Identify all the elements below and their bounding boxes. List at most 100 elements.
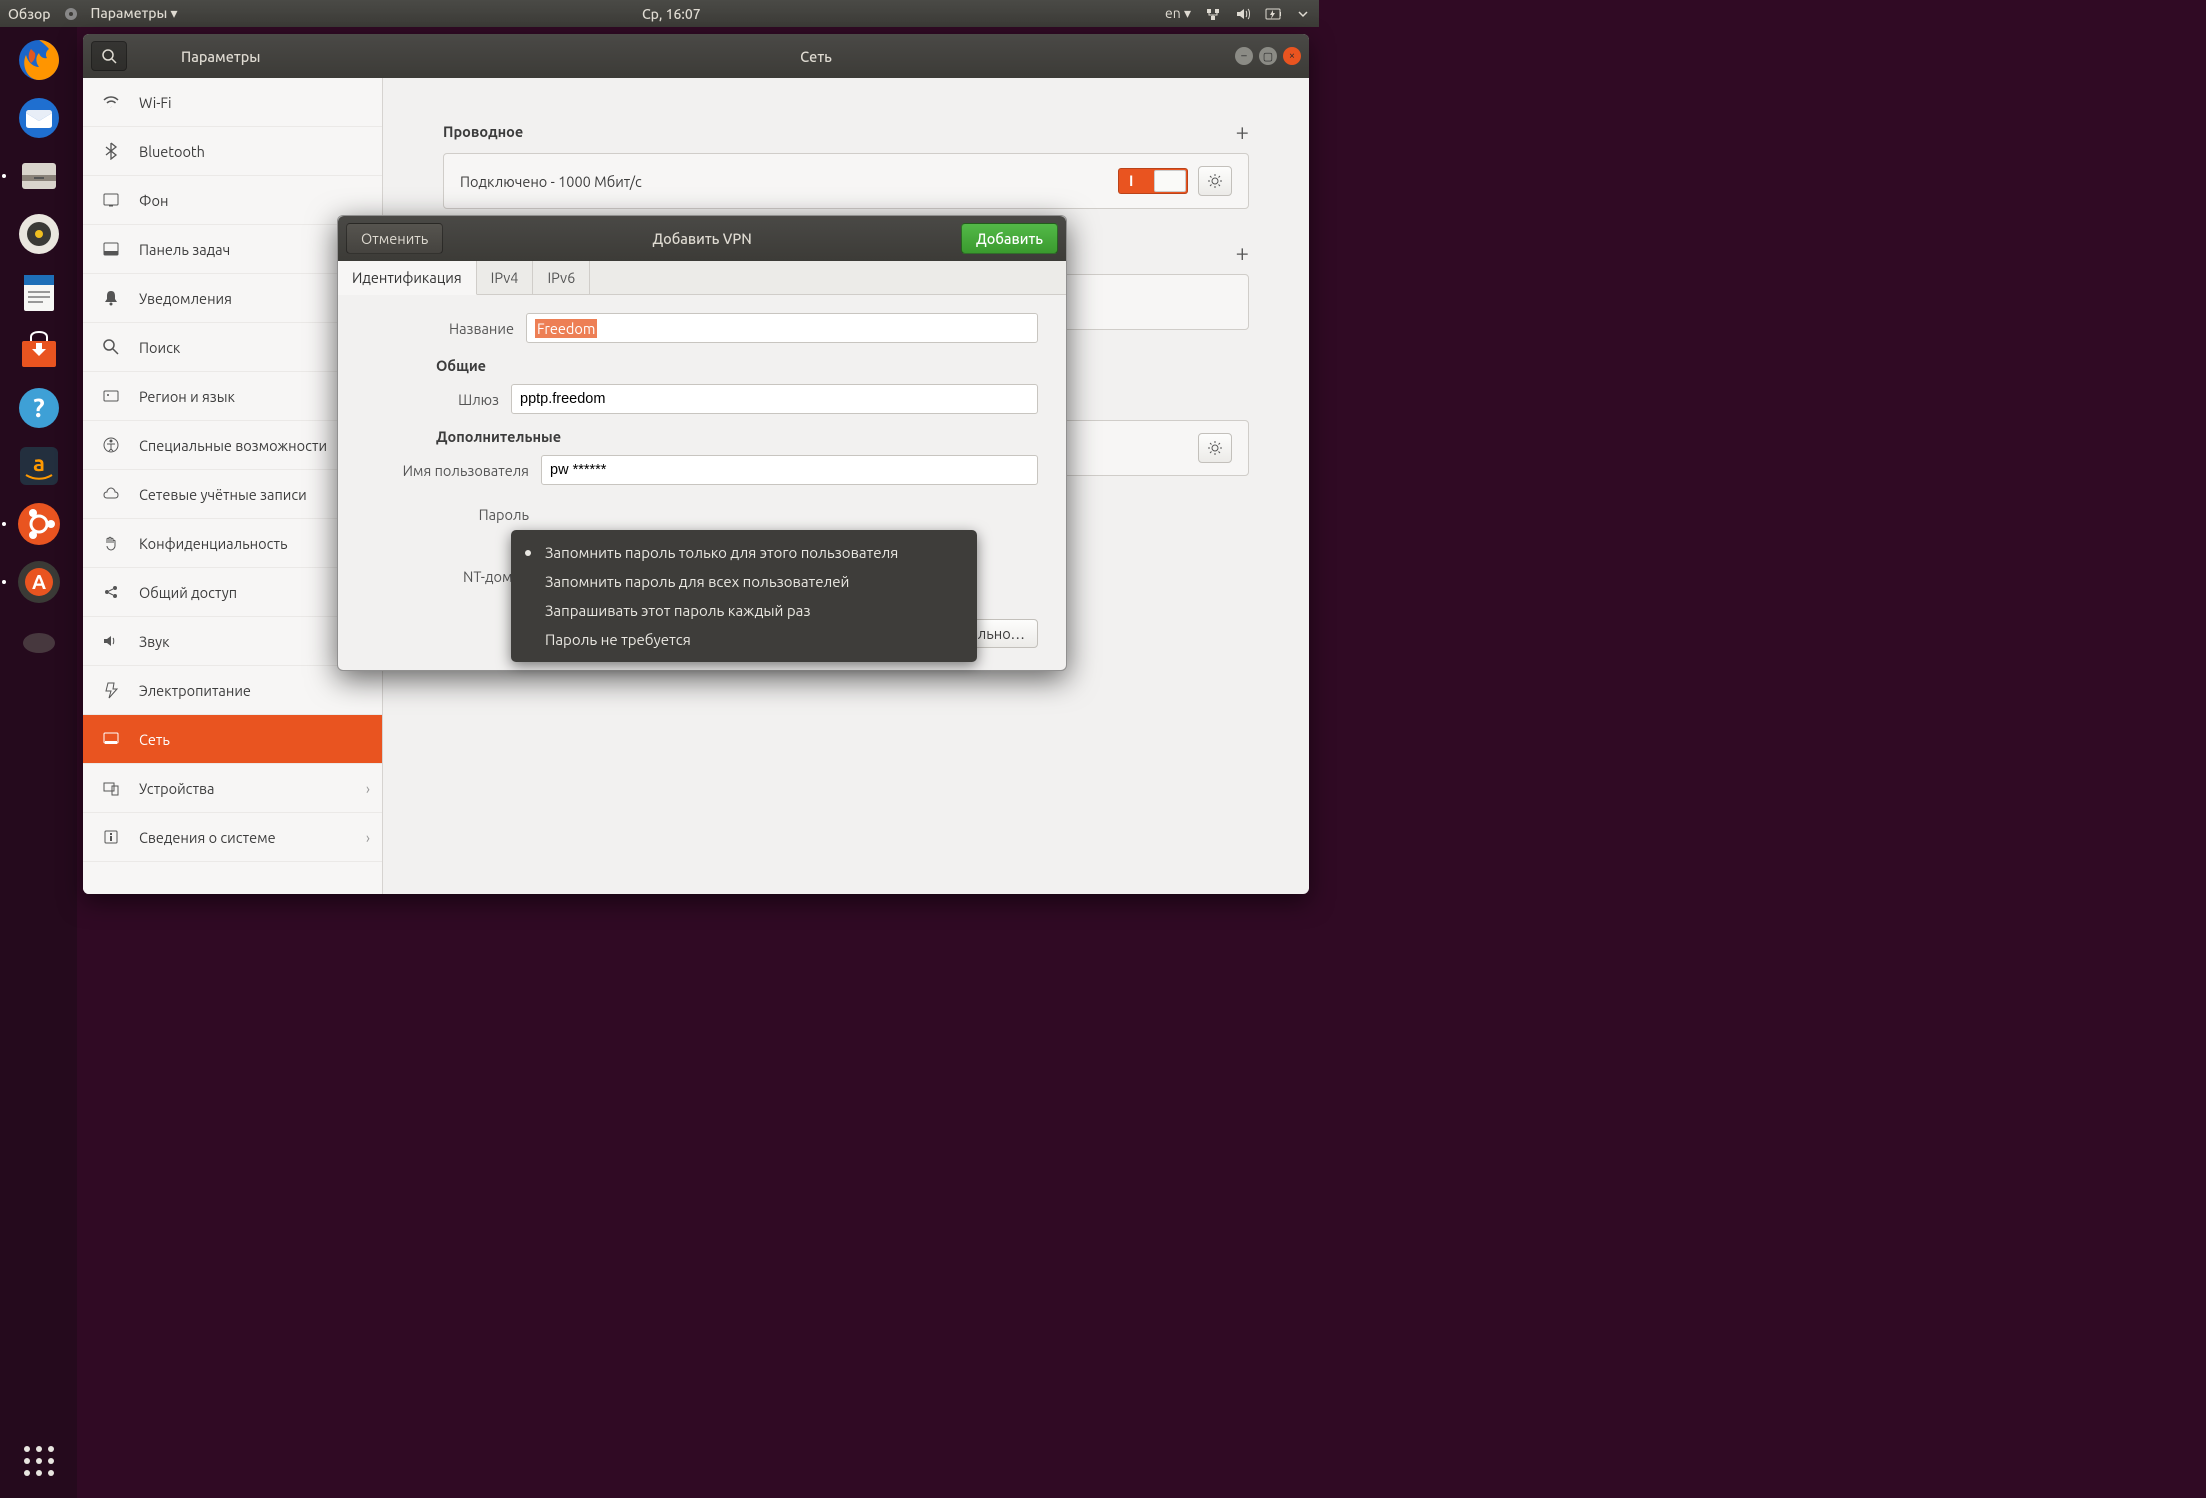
sidebar-item-label: Уведомления	[139, 290, 232, 307]
pw-option-all-users[interactable]: Запомнить пароль для всех пользователей	[511, 567, 977, 596]
tab-ipv4[interactable]: IPv4	[477, 261, 534, 294]
volume-icon[interactable]	[1235, 6, 1251, 22]
name-label: Название	[366, 320, 526, 337]
username-input[interactable]	[541, 455, 1038, 485]
wifi-icon	[101, 93, 121, 111]
pw-option-ask-every-time[interactable]: Запрашивать этот пароль каждый раз	[511, 596, 977, 625]
wired-status: Подключено - 1000 Мбит/с	[460, 173, 642, 190]
add-button[interactable]: Добавить	[961, 223, 1058, 254]
chevron-down-icon[interactable]	[1295, 6, 1311, 22]
gateway-input[interactable]	[511, 384, 1038, 414]
bell-icon	[101, 289, 121, 307]
dock-weather[interactable]	[12, 613, 66, 667]
dialog-tabs: Идентификация IPv4 IPv6	[338, 261, 1066, 295]
dock-amazon[interactable]: a	[12, 439, 66, 493]
app-menu[interactable]: Параметры ▾	[91, 5, 178, 22]
minimize-button[interactable]: –	[1235, 47, 1253, 65]
dock: ? a A	[0, 27, 77, 1498]
share-icon	[101, 583, 121, 601]
wired-connection-row: Подключено - 1000 Мбит/с I	[443, 153, 1249, 209]
dock-firefox[interactable]	[12, 33, 66, 87]
overview-button[interactable]: Обзор	[8, 6, 51, 22]
dock-icon	[101, 240, 121, 258]
svg-text:?: ?	[33, 393, 44, 422]
sidebar-item-label: Конфиденциальность	[139, 535, 287, 552]
sidebar-item-wifi[interactable]: Wi-Fi	[83, 78, 382, 127]
dock-show-apps[interactable]	[12, 1434, 66, 1488]
sidebar-item-label: Сеть	[139, 731, 170, 748]
sidebar-item-bluetooth[interactable]: Bluetooth	[83, 127, 382, 176]
bluetooth-icon	[101, 142, 121, 160]
wired-toggle[interactable]: I	[1118, 168, 1188, 194]
sidebar-item-label: Панель задач	[139, 241, 230, 258]
proxy-settings-button[interactable]	[1198, 433, 1232, 463]
chevron-right-icon: ›	[366, 780, 370, 797]
network-icon[interactable]	[1205, 6, 1221, 22]
region-icon	[101, 387, 121, 405]
accessibility-icon	[101, 436, 121, 454]
svg-text:A: A	[31, 570, 45, 593]
wired-title: Проводное	[443, 123, 523, 140]
background-icon	[101, 191, 121, 209]
sidebar-item-label: Общий доступ	[139, 584, 237, 601]
wired-section-header: Проводное +	[443, 118, 1249, 145]
wired-settings-button[interactable]	[1198, 166, 1232, 196]
keyboard-layout-indicator[interactable]: en ▾	[1165, 5, 1191, 22]
password-label: Пароль	[366, 506, 541, 523]
dock-help[interactable]: ?	[12, 381, 66, 435]
window-title: Сеть	[800, 48, 832, 65]
sidebar-item-label: Поиск	[139, 339, 180, 356]
sidebar-item-label: Сетевые учётные записи	[139, 486, 307, 503]
add-vpn-button[interactable]: +	[1235, 239, 1249, 266]
dock-writer[interactable]	[12, 265, 66, 319]
sidebar-item-label: Специальные возможности	[139, 437, 327, 454]
devices-icon	[101, 779, 121, 797]
search-icon	[101, 338, 121, 356]
sidebar-item-label: Сведения о системе	[139, 829, 276, 846]
tab-identity[interactable]: Идентификация	[338, 261, 477, 295]
search-button[interactable]	[91, 41, 127, 71]
dock-updater[interactable]: A	[12, 555, 66, 609]
settings-indicator-icon	[63, 6, 79, 22]
window-header: Параметры Сеть – ▢ ×	[83, 34, 1309, 78]
sidebar-item-label: Регион и язык	[139, 388, 235, 405]
dock-ubuntu-settings[interactable]	[12, 497, 66, 551]
dock-software[interactable]	[12, 323, 66, 377]
sound-icon	[101, 632, 121, 650]
sidebar-item-label: Wi-Fi	[139, 94, 172, 111]
dock-files[interactable]	[12, 149, 66, 203]
svg-text:a: a	[33, 451, 45, 476]
sidebar-item-details[interactable]: Сведения о системе ›	[83, 813, 382, 862]
tab-ipv6[interactable]: IPv6	[533, 261, 590, 294]
cloud-icon	[101, 485, 121, 503]
chevron-right-icon: ›	[366, 829, 370, 846]
dock-rhythmbox[interactable]	[12, 207, 66, 261]
name-input[interactable]: Freedom	[526, 313, 1038, 343]
pw-option-not-required[interactable]: Пароль не требуется	[511, 625, 977, 654]
cancel-button[interactable]: Отменить	[346, 223, 443, 254]
top-panel: Обзор Параметры ▾ Ср, 16:07 en ▾	[0, 0, 1319, 27]
username-label: Имя пользователя	[366, 462, 541, 479]
clock[interactable]: Ср, 16:07	[178, 6, 1165, 22]
dialog-title: Добавить VPN	[652, 230, 751, 247]
sidebar-item-devices[interactable]: Устройства ›	[83, 764, 382, 813]
sidebar-item-label: Звук	[139, 633, 170, 650]
sidebar-title: Параметры	[181, 48, 260, 65]
pw-option-user-only[interactable]: Запомнить пароль только для этого пользо…	[511, 538, 977, 567]
general-section-label: Общие	[436, 357, 1038, 374]
sidebar-item-label: Электропитание	[139, 682, 251, 699]
sidebar-item-label: Bluetooth	[139, 143, 205, 160]
network-icon	[101, 730, 121, 748]
add-wired-button[interactable]: +	[1235, 118, 1249, 145]
sidebar-item-label: Фон	[139, 192, 168, 209]
info-icon	[101, 828, 121, 846]
maximize-button[interactable]: ▢	[1259, 47, 1277, 65]
password-storage-menu: Запомнить пароль только для этого пользо…	[511, 530, 977, 662]
sidebar-item-power[interactable]: Электропитание	[83, 666, 382, 715]
sidebar-item-label: Устройства	[139, 780, 215, 797]
optional-section-label: Дополнительные	[436, 428, 1038, 445]
battery-icon[interactable]	[1265, 6, 1281, 22]
sidebar-item-network[interactable]: Сеть	[83, 715, 382, 764]
dock-thunderbird[interactable]	[12, 91, 66, 145]
close-button[interactable]: ×	[1283, 47, 1301, 65]
